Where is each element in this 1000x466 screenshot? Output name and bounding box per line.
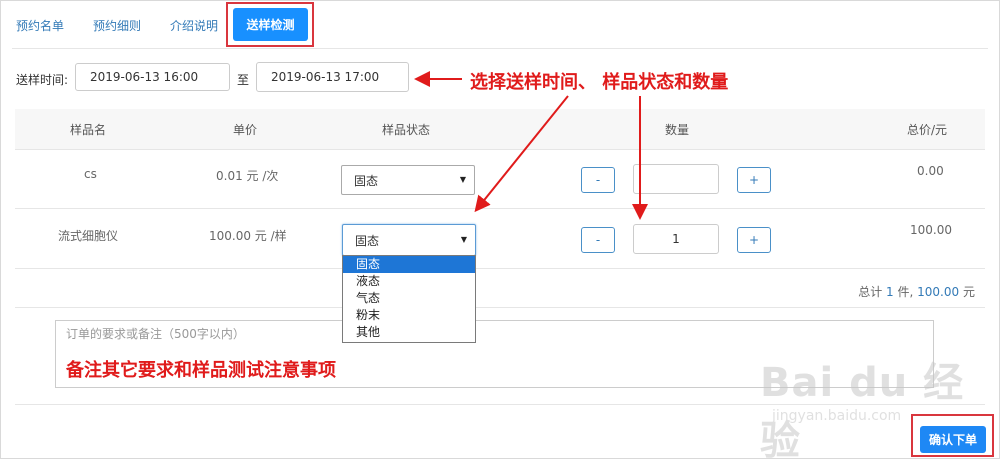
arrow-to-state-select [474,95,569,213]
watermark-url: jingyan.baidu.com [772,408,902,424]
confirm-order-button[interactable]: 确认下单 [920,426,986,453]
